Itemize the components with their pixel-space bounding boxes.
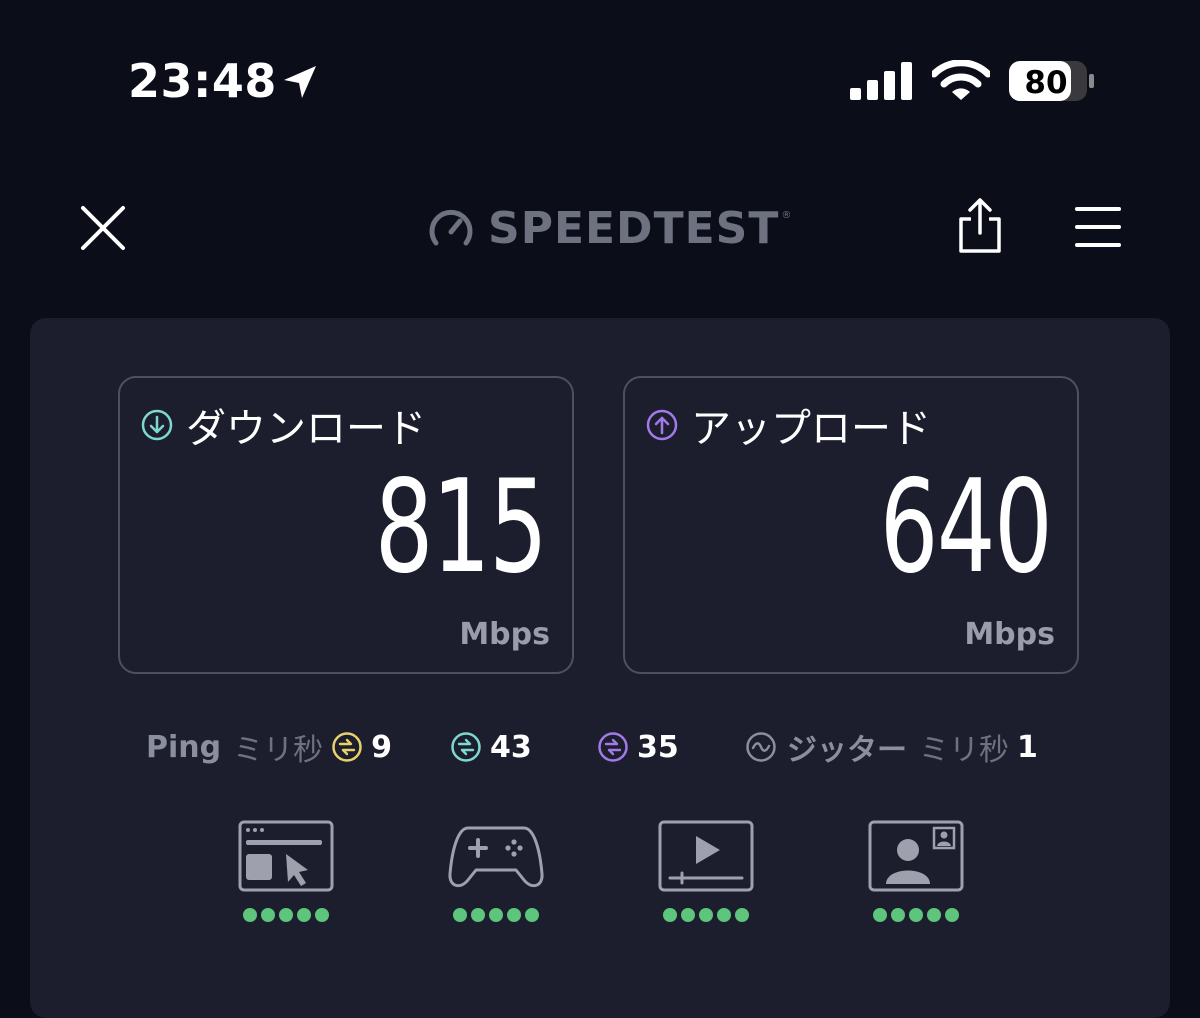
upload-speed-value: 640	[879, 453, 1052, 602]
web-browsing-icon	[238, 820, 334, 892]
download-arrow-icon	[141, 409, 173, 441]
status-bar: 23:48 80	[0, 0, 1200, 160]
download-result: ダウンロード 815 Mbps	[118, 376, 574, 674]
rating-dot	[315, 908, 329, 922]
gaming-icon	[448, 826, 544, 888]
ping-unit: ミリ秒	[233, 733, 324, 768]
rating-dot	[489, 908, 503, 922]
ping-download-icon	[451, 732, 481, 762]
ping-download-metric: 43	[450, 722, 532, 772]
brand-registered-mark: ®	[781, 210, 792, 221]
rating-dot	[279, 908, 293, 922]
upload-arrow-icon	[646, 409, 678, 441]
use-case-video-streaming[interactable]	[656, 820, 756, 922]
jitter-unit: ミリ秒	[919, 733, 1009, 768]
battery-level: 80	[1024, 65, 1067, 101]
download-unit: Mbps	[459, 617, 550, 652]
ping-idle-metric: Ping ミリ秒 9	[146, 722, 392, 772]
ping-upload-icon	[598, 732, 628, 762]
brand-name: SPEEDTEST	[488, 202, 780, 254]
speedtest-logo: SPEEDTEST ®	[426, 200, 791, 256]
rating-dots	[236, 908, 336, 922]
wifi-icon	[932, 60, 990, 100]
use-case-gaming[interactable]	[446, 820, 546, 922]
use-case-video-call[interactable]	[866, 820, 966, 922]
rating-dot	[507, 908, 521, 922]
cellular-signal-icon	[850, 62, 912, 100]
rating-dot	[453, 908, 467, 922]
rating-dots	[446, 908, 546, 922]
rating-dot	[717, 908, 731, 922]
download-speed-value: 815	[374, 453, 547, 602]
status-time: 23:48	[128, 54, 277, 108]
rating-dot	[891, 908, 905, 922]
rating-dot	[735, 908, 749, 922]
jitter-metric: ジッター ミリ秒 1	[745, 722, 1038, 772]
close-button[interactable]	[80, 205, 126, 251]
use-case-web-browsing[interactable]	[236, 820, 336, 922]
upload-label: アップロード	[691, 406, 931, 452]
ping-idle-icon	[332, 732, 362, 762]
upload-result: アップロード 640 Mbps	[623, 376, 1079, 674]
rating-dot	[927, 908, 941, 922]
share-button[interactable]	[955, 197, 1005, 255]
ping-label: Ping	[146, 729, 222, 765]
rating-dot	[945, 908, 959, 922]
video-streaming-icon	[658, 820, 754, 892]
rating-dot	[909, 908, 923, 922]
rating-dot	[663, 908, 677, 922]
ping-idle-value: 9	[371, 729, 392, 765]
upload-unit: Mbps	[964, 617, 1055, 652]
jitter-icon	[746, 732, 776, 762]
location-arrow-icon	[284, 66, 316, 98]
speedometer-icon	[429, 209, 473, 246]
rating-dot	[699, 908, 713, 922]
ping-download-value: 43	[490, 729, 532, 765]
rating-dot	[873, 908, 887, 922]
rating-dot	[243, 908, 257, 922]
jitter-label: ジッター	[787, 733, 907, 768]
rating-dot	[297, 908, 311, 922]
menu-button[interactable]	[1073, 203, 1123, 251]
rating-dots	[656, 908, 756, 922]
rating-dot	[525, 908, 539, 922]
jitter-value: 1	[1017, 729, 1038, 765]
latency-metrics: Ping ミリ秒 9 43 35 ジッター ミリ秒 1	[0, 722, 1200, 772]
rating-dot	[681, 908, 695, 922]
battery-icon: 80	[1009, 61, 1094, 101]
rating-dot	[261, 908, 275, 922]
video-call-icon	[868, 820, 964, 892]
ping-upload-metric: 35	[597, 722, 679, 772]
ping-upload-value: 35	[637, 729, 679, 765]
rating-dot	[471, 908, 485, 922]
rating-dots	[866, 908, 966, 922]
download-label: ダウンロード	[186, 406, 426, 452]
